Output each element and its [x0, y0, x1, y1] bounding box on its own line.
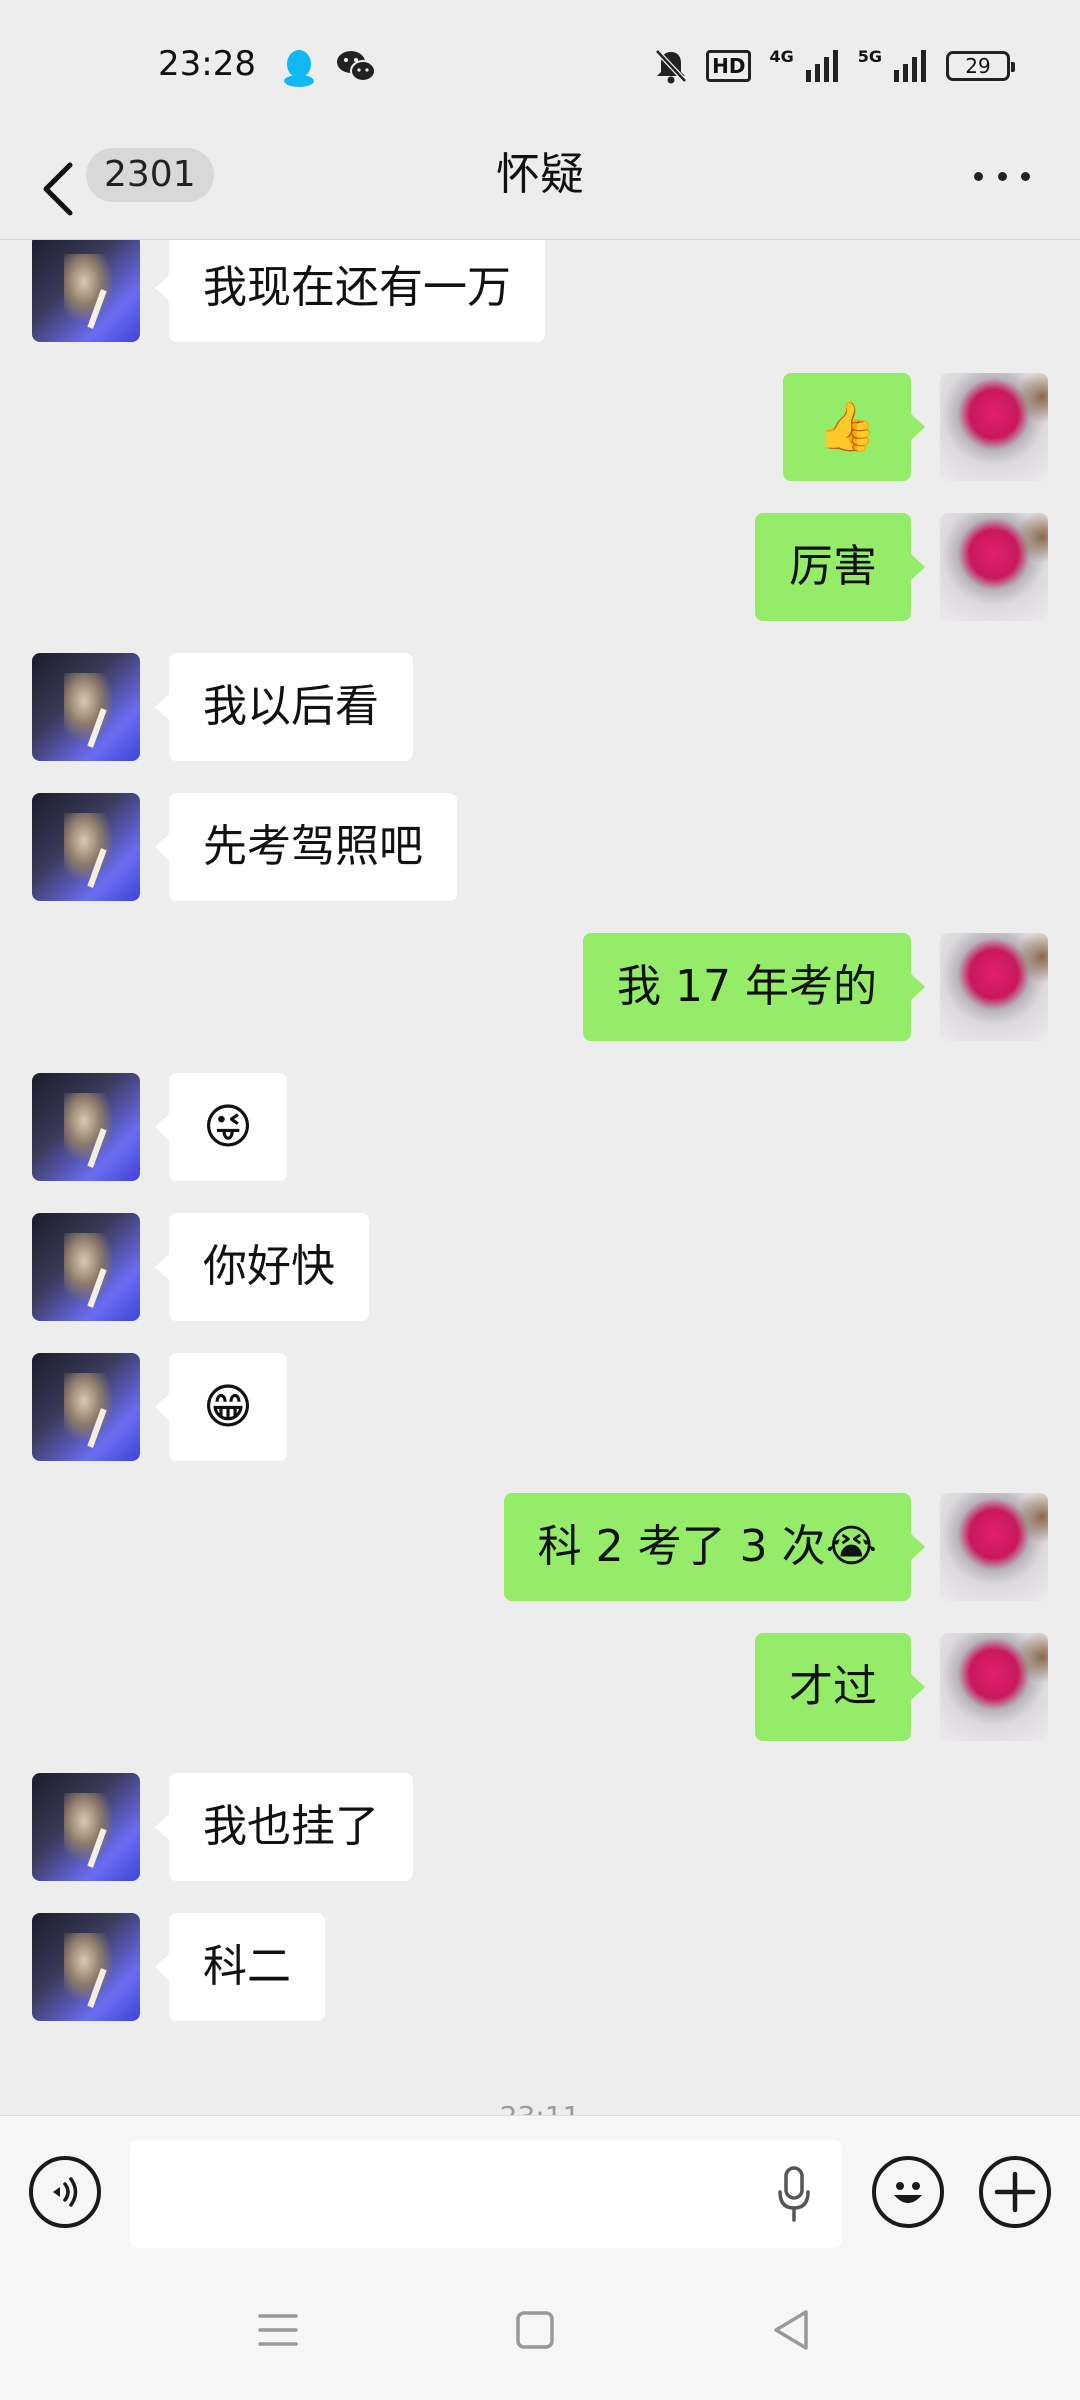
- contact-avatar[interactable]: [32, 1913, 140, 2021]
- message-bubble[interactable]: 我以后看: [155, 653, 413, 761]
- message-bubble[interactable]: 👍: [783, 373, 925, 481]
- smiley-icon: [894, 2182, 922, 2203]
- emoji-button[interactable]: [872, 2156, 944, 2228]
- microphone-icon[interactable]: [776, 2164, 812, 2224]
- message-bubble[interactable]: 科二: [155, 1913, 325, 2021]
- message-row: 科二: [0, 1913, 1080, 2021]
- chat-title: 怀疑: [496, 149, 584, 200]
- message-bubble[interactable]: 😜: [154, 1073, 288, 1181]
- my-avatar[interactable]: [940, 1633, 1048, 1741]
- contact-avatar[interactable]: [32, 653, 140, 761]
- my-avatar[interactable]: [940, 1493, 1048, 1601]
- battery-icon: 29: [946, 51, 1015, 81]
- contact-avatar[interactable]: [32, 1353, 140, 1461]
- message-row: 我 17 年考的: [0, 933, 1080, 1041]
- message-row: 👍: [0, 373, 1080, 481]
- message-row: 我现在还有一万: [0, 240, 1080, 342]
- contact-avatar[interactable]: [32, 240, 140, 342]
- signal-4g-icon: [805, 50, 838, 82]
- mute-bell-icon: [655, 49, 687, 84]
- my-avatar[interactable]: [940, 373, 1048, 481]
- contact-avatar[interactable]: [32, 1773, 140, 1881]
- contact-avatar[interactable]: [32, 793, 140, 901]
- my-avatar[interactable]: [940, 513, 1048, 621]
- status-notification-icons: [282, 48, 376, 88]
- message-row: 我也挂了: [0, 1773, 1080, 1881]
- plus-icon: [994, 2171, 1036, 2213]
- qq-icon: [284, 50, 314, 87]
- status-system-icons: HD 4G 5G 29: [654, 46, 1015, 84]
- net-4g-label: 4G: [769, 46, 794, 66]
- time-separator: 23:11: [0, 2100, 1080, 2115]
- my-avatar[interactable]: [940, 933, 1048, 1041]
- input-bar: [0, 2115, 1080, 2255]
- message-bubble[interactable]: 科 2 考了 3 次😭: [503, 1493, 926, 1601]
- more-options-icon[interactable]: [974, 166, 1030, 186]
- back-triangle-icon[interactable]: [762, 2300, 822, 2360]
- message-list[interactable]: 我现在还有一万 👍 厉害 我以后看 先考驾照吧 我 17 年考的 😜 你好快 😁…: [0, 240, 1080, 2115]
- message-bubble[interactable]: 才过: [755, 1633, 925, 1741]
- home-square-icon[interactable]: [505, 2300, 565, 2360]
- message-bubble[interactable]: 我现在还有一万: [155, 240, 545, 342]
- message-row: 我以后看: [0, 653, 1080, 761]
- message-row: 😁: [0, 1353, 1080, 1461]
- system-navigation-bar: [0, 2255, 1080, 2400]
- hd-icon: HD: [706, 50, 752, 82]
- status-time: 23:28: [158, 44, 256, 84]
- message-bubble[interactable]: 我 17 年考的: [583, 933, 925, 1041]
- wechat-icon: [337, 51, 376, 82]
- message-bubble[interactable]: 我也挂了: [155, 1773, 413, 1881]
- net-5g-label: 5G: [857, 46, 882, 66]
- message-bubble[interactable]: 先考驾照吧: [155, 793, 457, 901]
- message-row: 厉害: [0, 513, 1080, 621]
- message-row: 才过: [0, 1633, 1080, 1741]
- voice-wave-icon: [53, 2177, 78, 2207]
- voice-mode-button[interactable]: [29, 2156, 101, 2228]
- more-functions-button[interactable]: [979, 2156, 1051, 2228]
- contact-avatar[interactable]: [32, 1213, 140, 1321]
- message-bubble[interactable]: 厉害: [755, 513, 925, 621]
- message-bubble[interactable]: 😁: [154, 1353, 288, 1461]
- status-bar: 23:28 HD 4G 5G 29: [0, 0, 1080, 135]
- message-row: 先考驾照吧: [0, 793, 1080, 901]
- message-row: 你好快: [0, 1213, 1080, 1321]
- signal-5g-icon: [894, 50, 926, 82]
- message-row: 😜: [0, 1073, 1080, 1181]
- message-bubble[interactable]: 你好快: [155, 1213, 369, 1321]
- contact-avatar[interactable]: [32, 1073, 140, 1181]
- recents-menu-icon[interactable]: [248, 2300, 308, 2360]
- message-row: 科 2 考了 3 次😭: [0, 1493, 1080, 1601]
- message-input[interactable]: [130, 2140, 842, 2248]
